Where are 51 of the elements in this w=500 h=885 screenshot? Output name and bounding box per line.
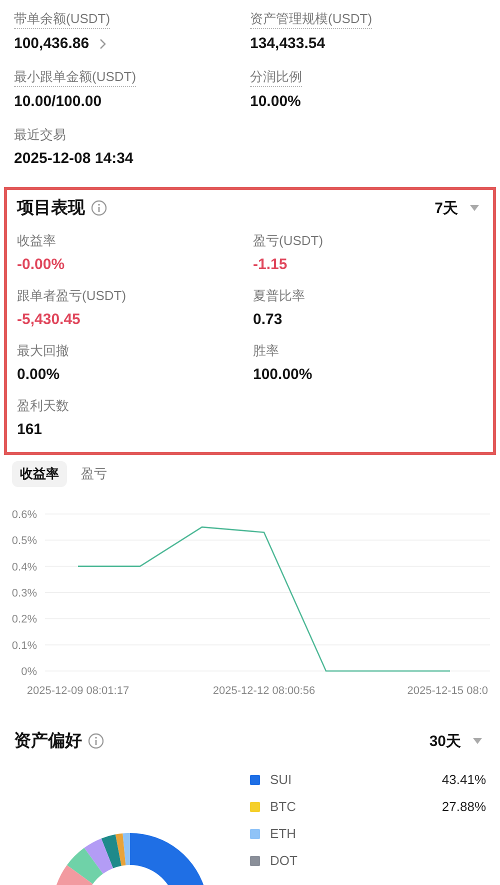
y-tick-label: 0.5% — [12, 535, 37, 548]
metric-value: -0.00% — [17, 255, 65, 275]
metric-label: 收益率 — [17, 232, 56, 250]
legend-value: 27.88% — [442, 798, 486, 816]
metric-label: 胜率 — [253, 342, 279, 360]
field-label: 最近交易 — [14, 126, 66, 144]
info-icon[interactable] — [91, 200, 107, 216]
metric-label: 最大回撤 — [17, 342, 69, 360]
y-tick-label: 0.4% — [12, 561, 37, 574]
x-tick-label: 2025-12-12 08:00:56 — [212, 685, 316, 697]
y-tick-label: 0.1% — [12, 640, 37, 652]
caret-icon[interactable] — [473, 738, 482, 744]
metric-value: 0.00% — [17, 365, 60, 385]
metric-value: 161 — [17, 420, 42, 440]
section-title: 项目表现 — [17, 197, 85, 219]
period-selector[interactable]: 30天 — [429, 732, 461, 750]
metric-value: 100.00% — [253, 365, 312, 385]
legend-label: SUI — [270, 771, 292, 789]
chevron-right-icon[interactable] — [99, 38, 108, 50]
y-tick-label: 0.6% — [12, 509, 37, 521]
metric-label: 盈亏(USDT) — [253, 232, 324, 250]
legend-label: BTC — [270, 798, 296, 816]
metric-label: 跟单者盈亏(USDT) — [17, 287, 126, 305]
metric-label: 盈利天数 — [17, 397, 69, 415]
legend-value: 43.41% — [442, 771, 486, 789]
field-value: 2025-12-08 14:34 — [14, 149, 134, 169]
field-value: 100,436.86 — [14, 34, 90, 54]
chart-tab[interactable]: 收益率 — [12, 461, 67, 487]
field-label[interactable]: 最小跟单金额(USDT) — [14, 68, 136, 87]
caret-icon[interactable] — [470, 205, 479, 211]
y-tick-label: 0% — [21, 666, 37, 678]
field-label[interactable]: 资产管理规模(USDT) — [250, 10, 372, 29]
metric-value: -5,430.45 — [17, 310, 80, 330]
legend-label: DOT — [270, 852, 298, 870]
period-selector[interactable]: 7天 — [434, 198, 458, 218]
metric-value: -1.15 — [253, 255, 288, 275]
field-label[interactable]: 带单余额(USDT) — [14, 10, 110, 29]
field-value: 10.00/100.00 — [14, 92, 102, 112]
chart-tab[interactable]: 盈亏 — [73, 461, 115, 487]
x-tick-label: 2025-12-15 08:0 — [407, 685, 488, 697]
field-label[interactable]: 分润比例 — [250, 68, 302, 87]
field-value: 10.00% — [250, 92, 301, 112]
x-tick-label: 2025-12-09 08:01:17 — [26, 685, 130, 697]
y-tick-label: 0.3% — [12, 588, 37, 600]
section-title: 资产偏好 — [14, 730, 82, 752]
info-icon[interactable] — [88, 733, 104, 749]
field-value: 134,433.54 — [250, 34, 326, 54]
legend-label: ETH — [270, 825, 296, 843]
metric-value: 0.73 — [253, 310, 282, 330]
y-tick-label: 0.2% — [12, 614, 37, 626]
metric-label: 夏普比率 — [253, 287, 305, 305]
